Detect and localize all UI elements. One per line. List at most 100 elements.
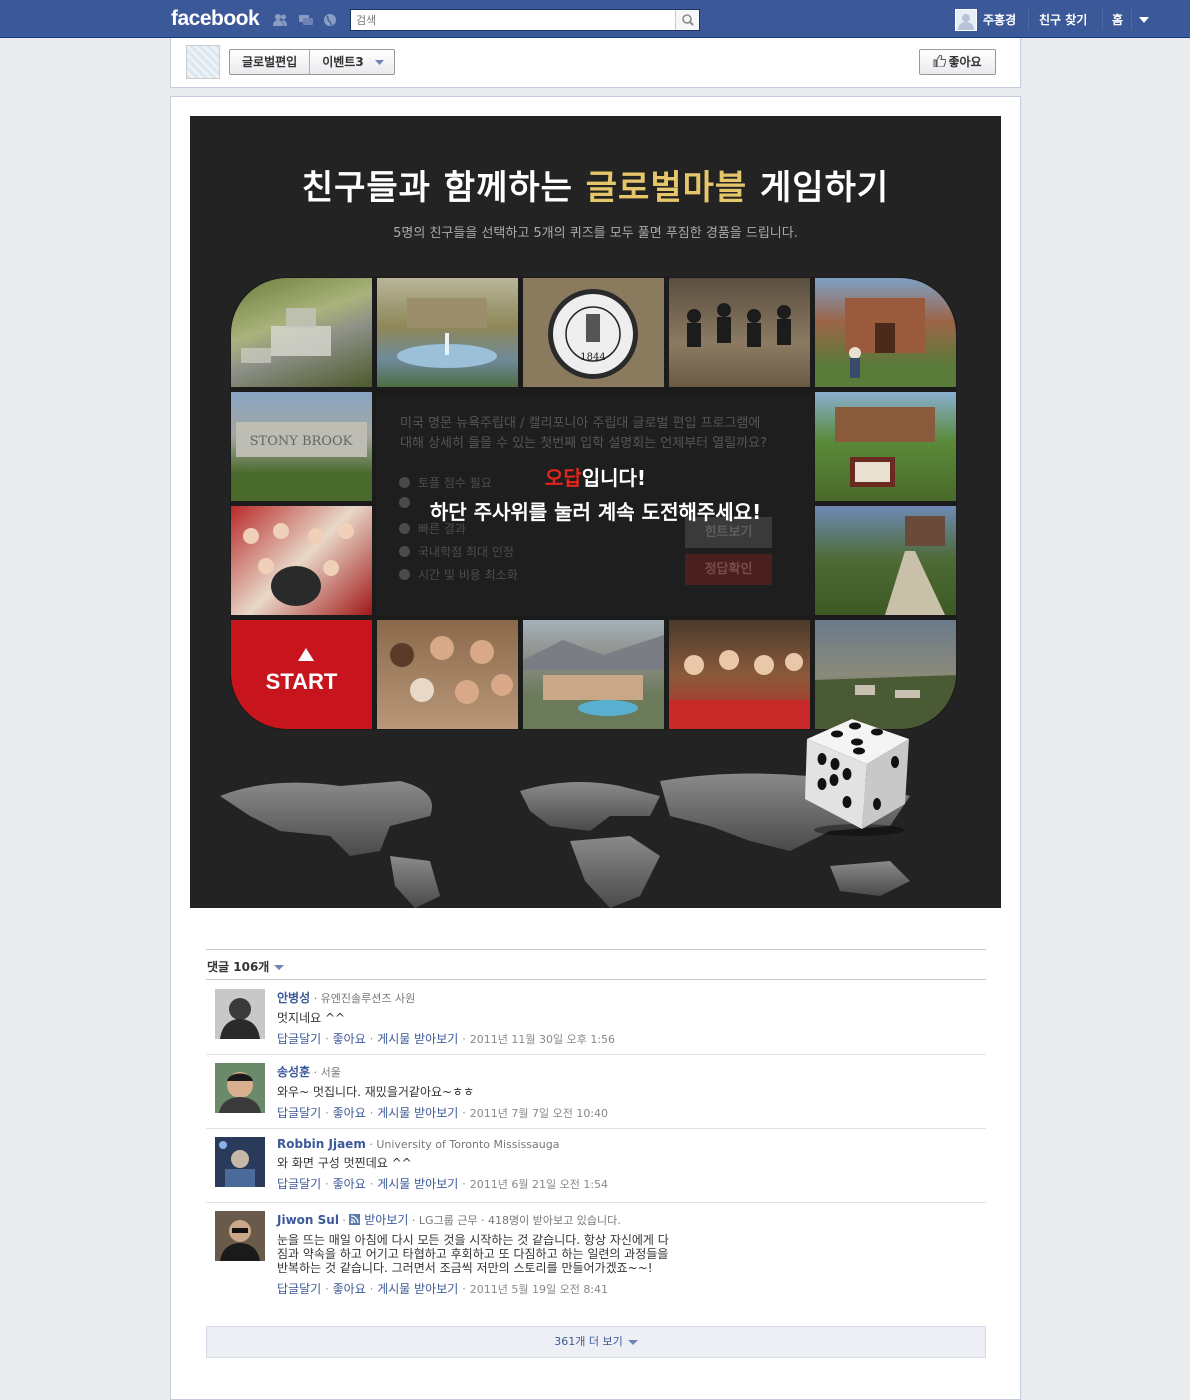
main-content-card: 친구들과 함께하는 글로벌마블 게임하기 5명의 친구들을 선택하고 5개의 퀴… [170,96,1021,1400]
wrong-answer-highlight: 오답 [544,466,582,490]
comment-timestamp[interactable]: 2011년 7월 7일 오전 10:40 [470,1107,608,1120]
comment-text-line: 눈을 뜨는 매일 아침에 다시 모든 것을 시작하는 것 같습니다. 항상 자신… [277,1233,669,1247]
friend-requests-icon[interactable] [272,13,288,27]
like-link[interactable]: 좋아요 [333,1106,366,1120]
check-answer-button[interactable]: 정답확인 [685,554,772,585]
quiz-question: 미국 명문 뉴욕주립대 / 캘리포니아 주립대 글로벌 편입 프로그램에 대해 … [400,414,800,454]
comment-text: 눈을 뜨는 매일 아침에 다시 모든 것을 시작하는 것 같습니다. 항상 자신… [277,1233,977,1275]
page-tab-selector: 글로벌편입 이벤트3 [229,49,395,75]
notifications-globe-icon[interactable] [322,13,338,27]
messages-icon[interactable] [298,13,314,27]
load-more-label: 361개 더 보기 [554,1335,623,1348]
comment-timestamp[interactable]: 2011년 5월 19일 오전 8:41 [470,1283,608,1296]
load-more-comments-button[interactable]: 361개 더 보기 [206,1326,986,1358]
commenter-meta: · 서울 [310,1066,341,1079]
comment-text: 와 화면 구성 멋찐데요 ^^ [277,1156,412,1170]
commenter-name[interactable]: 송성훈 [277,1065,310,1079]
board-tile-students-group[interactable] [669,278,810,387]
comment-text-line: 짐과 약속을 하고 어기고 타협하고 후회하고 또 다짐하고 하는 일련의 과정… [277,1247,669,1261]
follow-post-link[interactable]: 게시물 받아보기 [377,1106,458,1120]
game-title-part1: 친구들과 함께하는 [301,168,586,208]
board-tile-campus-building[interactable] [815,278,956,387]
page-name-tab[interactable]: 글로벌편입 [230,50,311,74]
reply-link[interactable]: 답글달기 [277,1106,321,1120]
follow-post-link[interactable]: 게시물 받아보기 [377,1032,458,1046]
wrong-answer-rest: 입니다! [581,466,647,490]
like-button-label: 좋아요 [948,55,982,69]
rss-subscribe-icon [349,1214,361,1225]
user-name-link[interactable]: 주홍경 [983,11,1016,28]
quiz-option-label: 시간 및 비용 최소화 [418,568,518,582]
event-tab-dropdown[interactable]: 이벤트3 [310,50,393,74]
comment-item: 안병성 · 유엔진솔루션즈 사원 멋지네요 ^^ 답글달기 · 좋아요 · 게시… [206,981,986,1055]
board-tile-party-gathering[interactable] [669,620,810,729]
commenter-meta: · LG그룹 근무 · 418명이 받아보고 있습니다. [408,1214,621,1227]
board-tile-fountain-campus[interactable] [377,278,518,387]
account-menu-icon[interactable] [1139,17,1149,23]
page-like-button[interactable]: 좋아요 [919,49,996,75]
search-input[interactable] [351,10,671,30]
user-avatar[interactable] [955,9,977,31]
comment-body: Jiwon Sul · 받아보기 · LG그룹 근무 · 418명이 받아보고 … [277,1211,977,1297]
quiz-option-5[interactable]: 시간 및 비용 최소화 [399,566,518,583]
quiz-question-line2: 대해 상세히 들을 수 있는 첫번째 입학 설명회는 언제부터 열릴까요? [400,436,768,451]
commenter-avatar[interactable] [215,989,265,1039]
facebook-logo[interactable]: facebook [171,7,260,31]
comment-body: Robbin Jjaem · University of Toronto Mis… [277,1137,977,1192]
quiz-option-4[interactable]: 국내학점 최대 인정 [399,543,514,560]
comment-timestamp[interactable]: 2011년 11월 30일 오후 1:56 [470,1033,615,1046]
dice-icon[interactable] [797,704,915,836]
home-link[interactable]: 홈 [1112,11,1123,28]
board-tile-campus-aerial[interactable] [231,278,372,387]
comment-actions: 답글달기 · 좋아요 · 게시물 받아보기 · 2011년 6월 21일 오전 … [277,1177,609,1191]
comment-item: Robbin Jjaem · University of Toronto Mis… [206,1129,986,1203]
global-marble-game: 친구들과 함께하는 글로벌마블 게임하기 5명의 친구들을 선택하고 5개의 퀴… [190,116,1001,908]
svg-text:STONY BROOK: STONY BROOK [250,434,353,449]
comment-count-sort[interactable]: 댓글 106개 [207,958,285,975]
page-profile-thumbnail[interactable] [186,45,220,79]
like-link[interactable]: 좋아요 [333,1032,366,1046]
chevron-down-icon [374,60,384,65]
subscribe-link[interactable]: 받아보기 [364,1213,408,1227]
search-button[interactable] [675,10,699,30]
game-subtitle: 5명의 친구들을 선택하고 5개의 퀴즈를 모두 풀면 푸짐한 경품을 드립니다… [393,226,798,241]
commenter-meta: · 유엔진솔루션즈 사원 [310,992,416,1005]
follow-post-link[interactable]: 게시물 받아보기 [377,1177,458,1191]
board-tile-diverse-students[interactable] [377,620,518,729]
page-header: 글로벌편입 이벤트3 좋아요 [170,38,1021,88]
game-title-part2: 게임하기 [747,168,890,208]
comment-timestamp[interactable]: 2011년 6월 21일 오전 1:54 [470,1178,608,1191]
top-navigation-bar: facebook 주홍경 친구 찾기 홈 [0,0,1190,38]
commenter-name[interactable]: Robbin Jjaem [277,1137,366,1151]
commenter-avatar[interactable] [215,1137,265,1187]
find-friends-link[interactable]: 친구 찾기 [1039,11,1087,28]
start-label: START [265,669,338,694]
nav-divider [1102,8,1103,30]
comment-body: 안병성 · 유엔진솔루션즈 사원 멋지네요 ^^ 답글달기 · 좋아요 · 게시… [277,989,977,1047]
nav-divider [1028,8,1029,30]
like-link[interactable]: 좋아요 [333,1177,366,1191]
like-link[interactable]: 좋아요 [333,1282,366,1296]
reply-link[interactable]: 답글달기 [277,1177,321,1191]
comments-header: 댓글 106개 [206,949,986,980]
commenter-meta: · University of Toronto Mississauga [365,1138,560,1151]
reply-link[interactable]: 답글달기 [277,1282,321,1296]
comment-item: Jiwon Sul · 받아보기 · LG그룹 근무 · 418명이 받아보고 … [206,1203,986,1303]
comment-actions: 답글달기 · 좋아요 · 게시물 받아보기 · 2011년 5월 19일 오전 … [277,1282,609,1296]
commenter-avatar[interactable] [215,1063,265,1113]
start-tile[interactable]: START [231,620,372,729]
board-tile-university-seal[interactable]: 1844 [523,278,664,387]
comment-text: 멋지네요 ^^ [277,1011,346,1025]
quiz-option-label: 국내학점 최대 인정 [418,545,514,559]
nav-divider [1131,8,1132,30]
board-tile-campus-pool[interactable] [523,620,664,729]
comment-item: 송성훈 · 서울 와우~ 멋집니다. 재밌을거같아요~ㅎㅎ 답글달기 · 좋아요… [206,1055,986,1129]
commenter-name[interactable]: 안병성 [277,991,310,1005]
commenter-avatar[interactable] [215,1211,265,1261]
commenter-name[interactable]: Jiwon Sul [277,1213,339,1227]
follow-post-link[interactable]: 게시물 받아보기 [377,1282,458,1296]
reply-link[interactable]: 답글달기 [277,1032,321,1046]
game-title-highlight: 글로벌마블 [585,168,748,208]
game-title: 친구들과 함께하는 글로벌마블 게임하기 [190,160,1001,209]
search-box[interactable] [350,9,700,31]
